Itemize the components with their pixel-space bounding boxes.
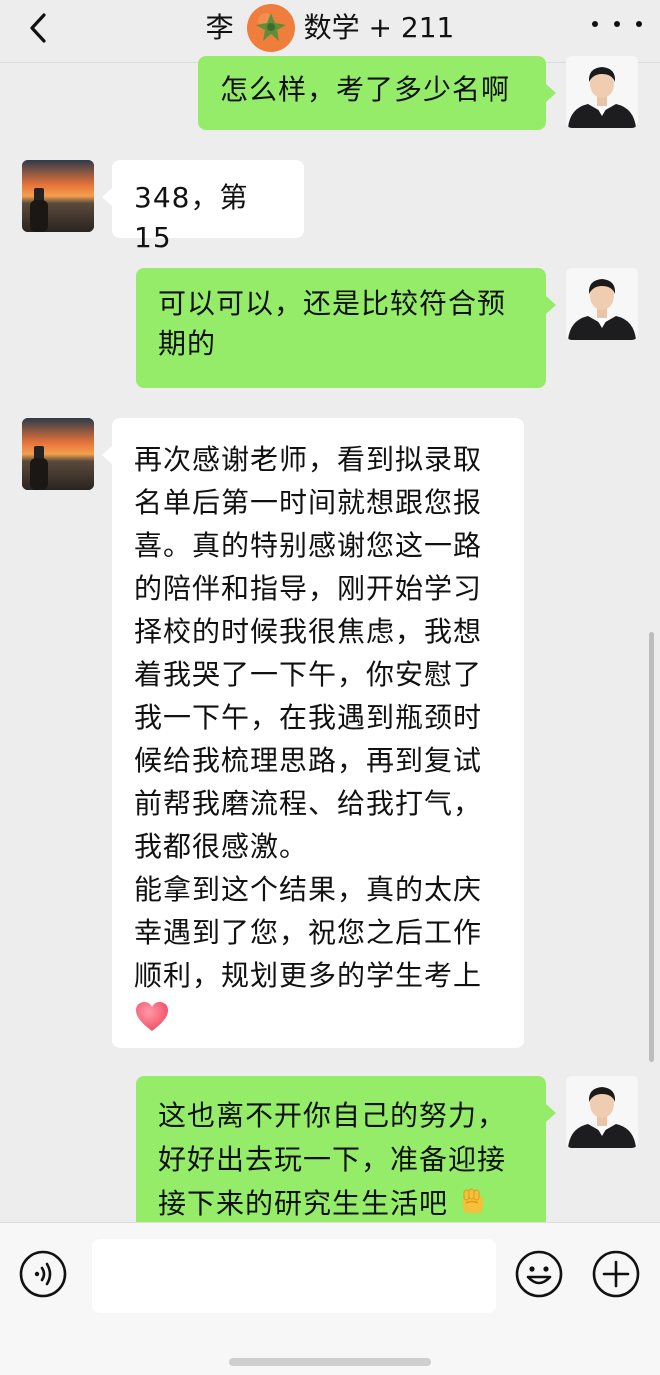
bubble-tail	[546, 296, 556, 314]
plus-icon	[592, 1250, 640, 1298]
chat-title-suffix: 数学 + 211	[303, 11, 455, 44]
bubble-tail	[102, 188, 112, 206]
message-input[interactable]	[92, 1239, 496, 1313]
more-dots-icon	[614, 21, 620, 27]
person-avatar-icon	[566, 268, 638, 340]
sunset-photo-avatar-icon	[22, 160, 94, 232]
bubble-tail	[546, 1104, 556, 1122]
more-dots-icon	[592, 21, 598, 27]
message-bubble[interactable]: 348，第15	[112, 160, 304, 254]
emoji-button[interactable]	[514, 1249, 564, 1299]
sunset-photo-avatar-icon	[22, 418, 94, 490]
voice-button[interactable]	[18, 1249, 68, 1299]
avatar-me[interactable]	[566, 1076, 638, 1148]
bubble-tail	[102, 446, 112, 464]
avatar-other[interactable]	[22, 160, 94, 232]
message-bubble[interactable]: 再次感谢老师，看到拟录取 名单后第一时间就想跟您报 喜。真的特别感谢您这一路 的…	[112, 418, 524, 1048]
message-text: 再次感谢老师，看到拟录取 名单后第一时间就想跟您报 喜。真的特别感谢您这一路 的…	[134, 443, 483, 992]
person-avatar-icon	[566, 56, 638, 128]
more-dots-icon	[636, 21, 642, 27]
fist-emoji-icon	[462, 1188, 483, 1213]
message-bubble[interactable]: 这也离不开你自己的努力， 好好出去玩一下，准备迎接 接下来的研究生生活吧	[136, 1076, 546, 1236]
home-indicator[interactable]	[229, 1358, 431, 1366]
chat-scrollbar[interactable]	[649, 632, 654, 1062]
avatar-other[interactable]	[22, 418, 94, 490]
voice-icon	[19, 1250, 67, 1298]
input-bar	[0, 1222, 660, 1375]
plus-button[interactable]	[591, 1249, 641, 1299]
chat-title-prefix: 李	[205, 11, 234, 44]
message-text: 348，第15	[134, 181, 249, 254]
chat-header: 李 数学 + 211	[0, 0, 660, 63]
avatar-me[interactable]	[566, 268, 638, 340]
message-text: 怎么样，考了多少名啊	[220, 73, 511, 106]
avatar-me[interactable]	[566, 56, 638, 128]
heart-emoji-icon	[134, 999, 170, 1035]
person-avatar-icon	[566, 1076, 638, 1148]
bubble-tail	[546, 84, 556, 102]
message-bubble[interactable]: 怎么样，考了多少名啊	[198, 56, 546, 130]
message-text: 可以可以，还是比较符合预 期的	[158, 287, 507, 360]
message-text: 这也离不开你自己的努力， 好好出去玩一下，准备迎接 接下来的研究生生活吧	[158, 1099, 507, 1220]
message-bubble[interactable]: 可以可以，还是比较符合预 期的	[136, 268, 546, 388]
persimmon-emoji-icon	[246, 4, 295, 52]
chat-title: 李 数学 + 211	[0, 4, 660, 52]
emoji-icon	[515, 1250, 563, 1298]
more-button[interactable]	[592, 8, 642, 40]
